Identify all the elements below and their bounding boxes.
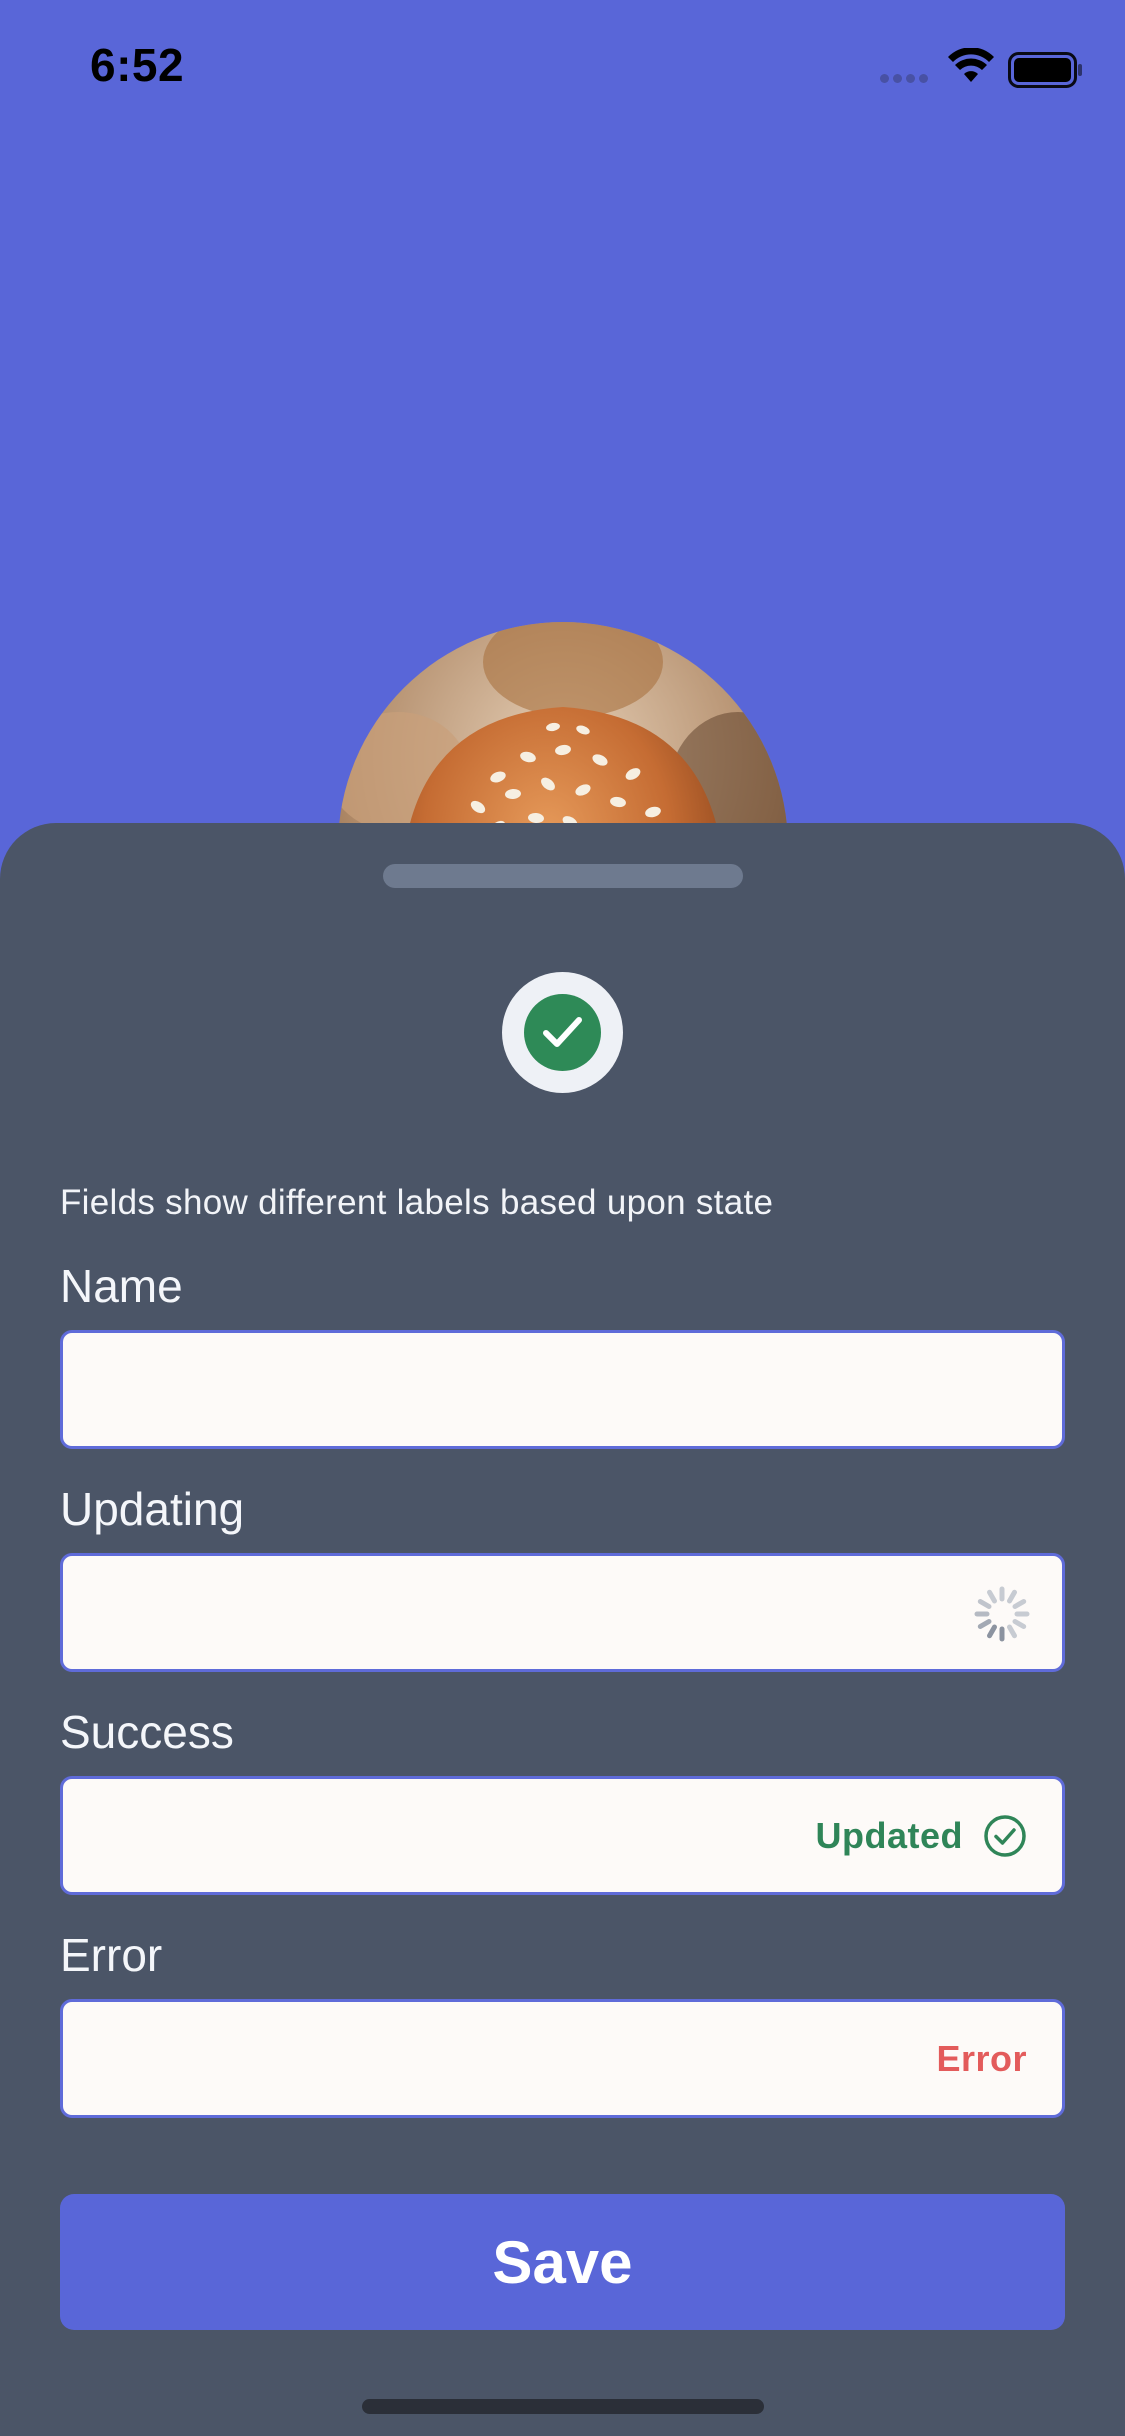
bottom-sheet: Fields show different labels based upon … xyxy=(0,823,1125,2436)
wifi-icon xyxy=(948,48,994,82)
status-indicator xyxy=(502,972,623,1093)
name-field[interactable] xyxy=(60,1330,1065,1449)
name-field-label: Name xyxy=(60,1260,183,1312)
status-time: 6:52 xyxy=(90,39,185,91)
error-status-text: Error xyxy=(936,2037,1027,2079)
error-field[interactable]: Error xyxy=(60,1999,1065,2118)
check-circle-outline-icon xyxy=(984,1814,1026,1857)
success-status-text: Updated xyxy=(815,1814,963,1856)
home-indicator xyxy=(362,2399,764,2414)
checkmark-circle-icon xyxy=(524,994,601,1071)
cellular-signal-icon xyxy=(880,74,928,83)
updating-field[interactable] xyxy=(60,1553,1065,1672)
status-bar: 6:52 xyxy=(0,0,1125,140)
success-field[interactable]: Updated xyxy=(60,1776,1065,1895)
save-button[interactable]: Save xyxy=(60,2194,1065,2330)
updating-field-label: Updating xyxy=(60,1483,245,1535)
form-description: Fields show different labels based upon … xyxy=(60,1183,774,1222)
battery-icon xyxy=(1008,52,1082,88)
success-status: Updated xyxy=(816,1779,1028,1892)
success-field-label: Success xyxy=(60,1706,234,1758)
error-field-label: Error xyxy=(60,1929,163,1981)
spinner-icon xyxy=(974,1586,1030,1642)
sheet-grabber-handle[interactable] xyxy=(383,864,743,888)
error-status: Error xyxy=(936,2002,1027,2115)
